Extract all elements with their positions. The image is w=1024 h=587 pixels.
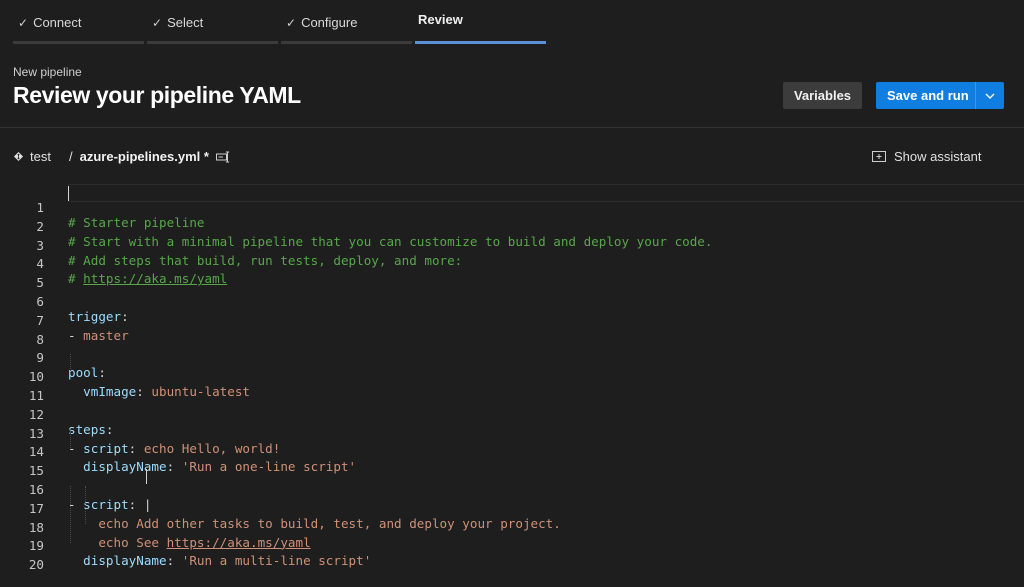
page-subtitle: New pipeline: [13, 65, 82, 79]
header-divider: [0, 127, 1024, 128]
step-label: Connect: [33, 15, 82, 30]
code-line: 1 # Starter pipeline: [0, 185, 1024, 230]
code-line: 8: [0, 317, 1024, 347]
step-label: Configure: [301, 15, 358, 30]
code-line: 16 - script: |: [0, 467, 1024, 512]
line-number: 20: [28, 557, 44, 573]
variables-button[interactable]: Variables: [783, 82, 862, 109]
rename-icon[interactable]: [215, 151, 231, 163]
code-line: 2 # Start with a minimal pipeline that y…: [0, 204, 1024, 249]
code-line: 10 vmImage: ubuntu-latest: [0, 354, 1024, 399]
code-line: 9 pool:: [0, 335, 1024, 380]
indent-guide: [70, 429, 72, 448]
file-name: azure-pipelines.yml *: [79, 149, 209, 164]
step-configure[interactable]: ✓ Configure: [281, 0, 412, 44]
code-line: 19 displayName: 'Run a multi-line script…: [0, 523, 1024, 568]
code-line: 15: [0, 448, 1024, 478]
code-line: 20: [0, 542, 1024, 572]
file-path: / azure-pipelines.yml *: [69, 149, 231, 164]
step-active-bar: [415, 41, 546, 44]
code-line: 13 - script: echo Hello, world!: [0, 411, 1024, 456]
page-title: Review your pipeline YAML: [13, 82, 301, 108]
git-branch-icon: [13, 151, 24, 162]
branch-name: test: [30, 149, 51, 164]
step-review[interactable]: Review: [415, 0, 546, 44]
chevron-down-icon: [985, 93, 995, 99]
branch-selector[interactable]: test: [13, 149, 51, 164]
code-line: 11: [0, 373, 1024, 403]
text-cursor: [146, 469, 147, 484]
check-icon: ✓: [152, 16, 163, 30]
step-progress-bar: [281, 41, 412, 44]
show-assistant-button[interactable]: Show assistant: [872, 149, 981, 164]
step-progress-bar: [13, 41, 144, 44]
code-line: 14 displayName: 'Run a one-line script': [0, 429, 1024, 474]
path-separator: /: [69, 149, 73, 164]
indent-guide: [70, 354, 72, 373]
step-connect[interactable]: ✓ Connect: [13, 0, 144, 44]
code-line: 5: [0, 260, 1024, 290]
show-assistant-label: Show assistant: [894, 149, 982, 164]
code-line: 18 echo See https://aka.ms/yaml: [0, 505, 1024, 550]
code-line: 4 # https://aka.ms/yaml: [0, 241, 1024, 286]
code-line: 17 echo Add other tasks to build, test, …: [0, 486, 1024, 531]
step-progress-bar: [147, 41, 278, 44]
code-line: 12 steps:: [0, 392, 1024, 437]
check-icon: ✓: [18, 16, 29, 30]
panel-icon: [872, 151, 886, 162]
check-icon: ✓: [286, 16, 297, 30]
yaml-editor[interactable]: 1 # Starter pipeline 2 # Start with a mi…: [0, 184, 1024, 572]
save-and-run-button[interactable]: Save and run: [876, 82, 975, 109]
step-select[interactable]: ✓ Select: [147, 0, 278, 44]
code-line: 7 - master: [0, 298, 1024, 343]
save-and-run-dropdown[interactable]: [976, 82, 1004, 109]
step-label: Select: [167, 15, 204, 30]
save-and-run-split-button: Save and run: [876, 82, 1004, 109]
indent-guide: [70, 486, 72, 543]
text-cursor: [68, 186, 69, 201]
indent-guide: [85, 486, 87, 524]
step-label: Review: [418, 12, 463, 27]
code-line: 6 trigger:: [0, 279, 1024, 324]
code-line: 3 # Add steps that build, run tests, dep…: [0, 223, 1024, 268]
